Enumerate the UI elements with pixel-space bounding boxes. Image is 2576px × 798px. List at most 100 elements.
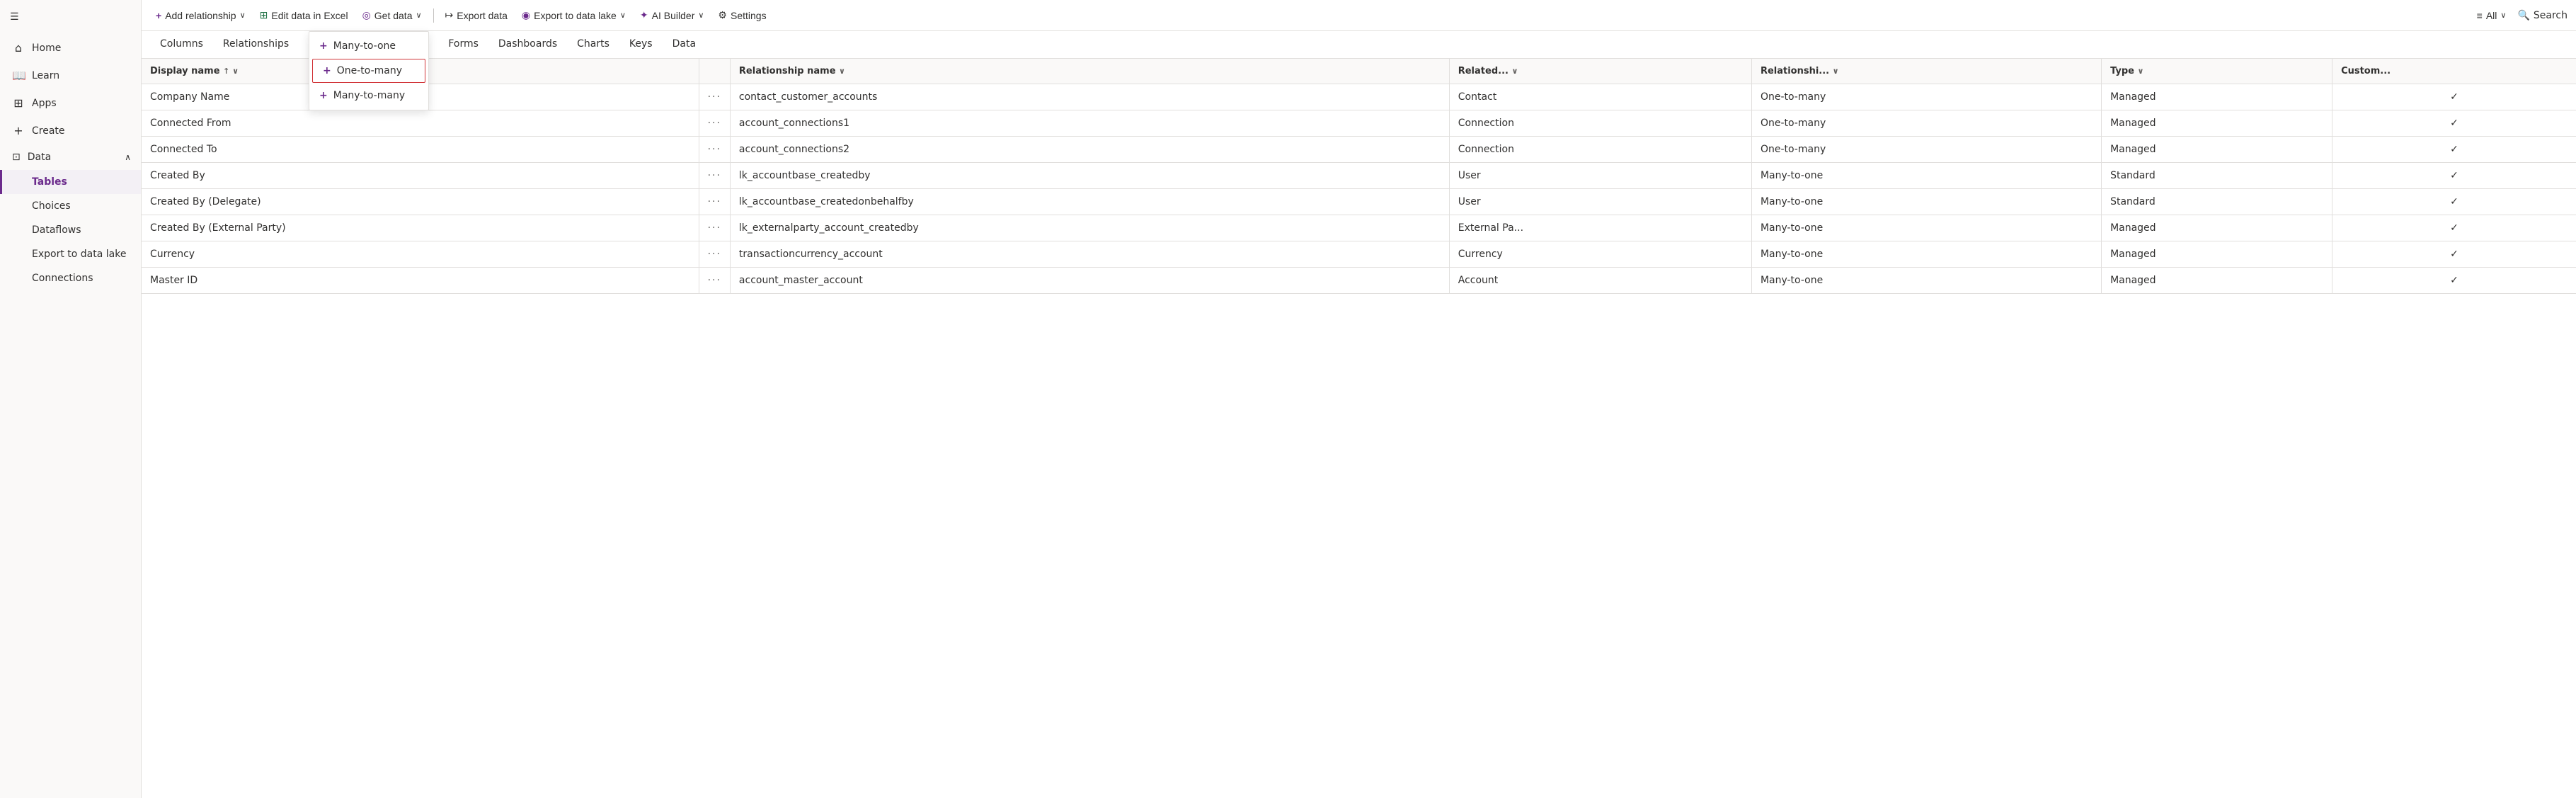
tab-charts[interactable]: Charts — [567, 31, 619, 58]
tab-data[interactable]: Data — [663, 31, 706, 58]
cell-type-7: Managed — [2102, 268, 2332, 294]
cell-display-name-1: Connected From — [142, 110, 699, 137]
col-header-relationship-name[interactable]: Relationship name ∨ — [730, 59, 1449, 84]
sidebar-subitem-connections[interactable]: Connections — [0, 266, 141, 290]
cell-relationship-name-1: account_connections1 — [730, 110, 1449, 137]
cell-relationship-type-1: One-to-many — [1751, 110, 2101, 137]
one-to-many-label: One-to-many — [337, 65, 402, 76]
cell-display-name-2: Connected To — [142, 137, 699, 163]
row-ellipsis-0[interactable]: ··· — [708, 91, 721, 103]
cell-customizable-3: ✓ — [2332, 163, 2576, 189]
tab-relationships[interactable]: Relationships — [213, 31, 299, 58]
tab-keys[interactable]: Keys — [619, 31, 663, 58]
tab-forms[interactable]: Forms — [438, 31, 488, 58]
cell-relationship-name-3: lk_accountbase_createdby — [730, 163, 1449, 189]
sidebar-item-home[interactable]: ⌂ Home — [0, 34, 141, 62]
sidebar-subitem-choices[interactable]: Choices — [0, 194, 141, 218]
sidebar-item-apps[interactable]: ⊞ Apps — [0, 89, 141, 117]
dropdown-many-to-many[interactable]: + Many-to-many — [309, 84, 428, 107]
col-header-relationship-type[interactable]: Relationshi... ∨ — [1751, 59, 2101, 84]
sidebar-item-learn[interactable]: 📖 Learn — [0, 62, 141, 89]
cell-relationship-type-4: Many-to-one — [1751, 189, 2101, 215]
filter-all-dropdown-icon: ∨ — [2500, 11, 2506, 20]
table-row: Company Name ··· contact_customer_accoun… — [142, 84, 2576, 110]
tab-columns[interactable]: Columns — [150, 31, 213, 58]
check-icon: ✓ — [2450, 196, 2458, 207]
cell-related-6: Currency — [1449, 241, 1751, 268]
cell-actions-3[interactable]: ··· — [699, 163, 730, 189]
export-data-label: Export data — [457, 10, 508, 21]
hamburger-menu[interactable]: ☰ — [0, 0, 141, 34]
col-display-name-label: Display name — [150, 66, 220, 76]
export-lake-button[interactable]: ◉ Export to data lake ∨ — [516, 6, 631, 25]
add-relationship-button[interactable]: + Add relationship ∨ — [150, 6, 251, 25]
sidebar-subitem-connections-label: Connections — [32, 273, 93, 284]
cell-actions-0[interactable]: ··· — [699, 84, 730, 110]
cell-customizable-4: ✓ — [2332, 189, 2576, 215]
row-ellipsis-7[interactable]: ··· — [708, 275, 721, 286]
sidebar-subitem-export-lake[interactable]: Export to data lake — [0, 242, 141, 266]
sidebar: ☰ ⌂ Home 📖 Learn ⊞ Apps + Create ⊡ Data … — [0, 0, 142, 798]
search-button[interactable]: 🔍 Search — [2517, 10, 2568, 21]
check-icon: ✓ — [2450, 249, 2458, 260]
check-icon: ✓ — [2450, 222, 2458, 234]
search-icon: 🔍 — [2517, 10, 2529, 21]
cell-actions-2[interactable]: ··· — [699, 137, 730, 163]
toolbar-divider-1 — [433, 8, 434, 23]
col-header-customizable[interactable]: Custom... — [2332, 59, 2576, 84]
tab-dashboards[interactable]: Dashboards — [488, 31, 567, 58]
get-data-icon: ◎ — [362, 9, 371, 21]
settings-button[interactable]: ⚙ Settings — [712, 6, 772, 25]
cell-customizable-7: ✓ — [2332, 268, 2576, 294]
row-ellipsis-6[interactable]: ··· — [708, 249, 721, 260]
cell-display-name-5: Created By (External Party) — [142, 215, 699, 241]
ai-builder-button[interactable]: ✦ AI Builder ∨ — [634, 6, 710, 25]
col-header-related[interactable]: Related... ∨ — [1449, 59, 1751, 84]
sidebar-item-apps-label: Apps — [32, 98, 57, 109]
filter-all-button[interactable]: ≡ All ∨ — [2471, 6, 2512, 25]
edit-excel-button[interactable]: ⊞ Edit data in Excel — [254, 6, 354, 25]
sidebar-item-data[interactable]: ⊡ Data ∧ — [0, 144, 141, 170]
one-to-many-plus-icon: + — [323, 65, 331, 76]
sidebar-subitem-tables[interactable]: Tables — [0, 170, 141, 194]
col-header-type[interactable]: Type ∨ — [2102, 59, 2332, 84]
col-type-label: Type — [2110, 66, 2134, 76]
cell-actions-7[interactable]: ··· — [699, 268, 730, 294]
cell-actions-1[interactable]: ··· — [699, 110, 730, 137]
get-data-button[interactable]: ◎ Get data ∨ — [357, 6, 428, 25]
cell-actions-6[interactable]: ··· — [699, 241, 730, 268]
row-ellipsis-4[interactable]: ··· — [708, 196, 721, 207]
row-ellipsis-3[interactable]: ··· — [708, 170, 721, 181]
cell-actions-4[interactable]: ··· — [699, 189, 730, 215]
cell-related-5: External Pa... — [1449, 215, 1751, 241]
row-ellipsis-2[interactable]: ··· — [708, 144, 721, 155]
cell-relationship-type-0: One-to-many — [1751, 84, 2101, 110]
get-data-label: Get data — [374, 10, 413, 21]
relationships-table: Display name ↑ ∨ Relationship name ∨ Rel… — [142, 59, 2576, 294]
dropdown-one-to-many[interactable]: + One-to-many — [312, 59, 425, 83]
col-related-label: Related... — [1458, 66, 1509, 76]
cell-related-2: Connection — [1449, 137, 1751, 163]
cell-relationship-type-3: Many-to-one — [1751, 163, 2101, 189]
dropdown-many-to-one[interactable]: + Many-to-one — [309, 35, 428, 57]
table-body: Company Name ··· contact_customer_accoun… — [142, 84, 2576, 294]
cell-type-0: Managed — [2102, 84, 2332, 110]
sidebar-item-home-label: Home — [32, 42, 61, 54]
cell-customizable-2: ✓ — [2332, 137, 2576, 163]
tab-relationships-label: Relationships — [223, 38, 289, 50]
tab-data-label: Data — [672, 38, 696, 50]
check-icon: ✓ — [2450, 91, 2458, 103]
edit-excel-icon: ⊞ — [260, 9, 268, 21]
sidebar-item-create[interactable]: + Create — [0, 117, 141, 144]
learn-icon: 📖 — [12, 69, 25, 82]
cell-related-1: Connection — [1449, 110, 1751, 137]
cell-related-7: Account — [1449, 268, 1751, 294]
row-ellipsis-5[interactable]: ··· — [708, 222, 721, 234]
row-ellipsis-1[interactable]: ··· — [708, 118, 721, 129]
check-icon: ✓ — [2450, 170, 2458, 181]
sidebar-subitem-dataflows[interactable]: Dataflows — [0, 218, 141, 242]
cell-actions-5[interactable]: ··· — [699, 215, 730, 241]
export-data-button[interactable]: ↦ Export data — [440, 6, 513, 25]
col-customizable-label: Custom... — [2341, 66, 2391, 76]
related-sort-icons: ∨ — [1511, 67, 1518, 76]
